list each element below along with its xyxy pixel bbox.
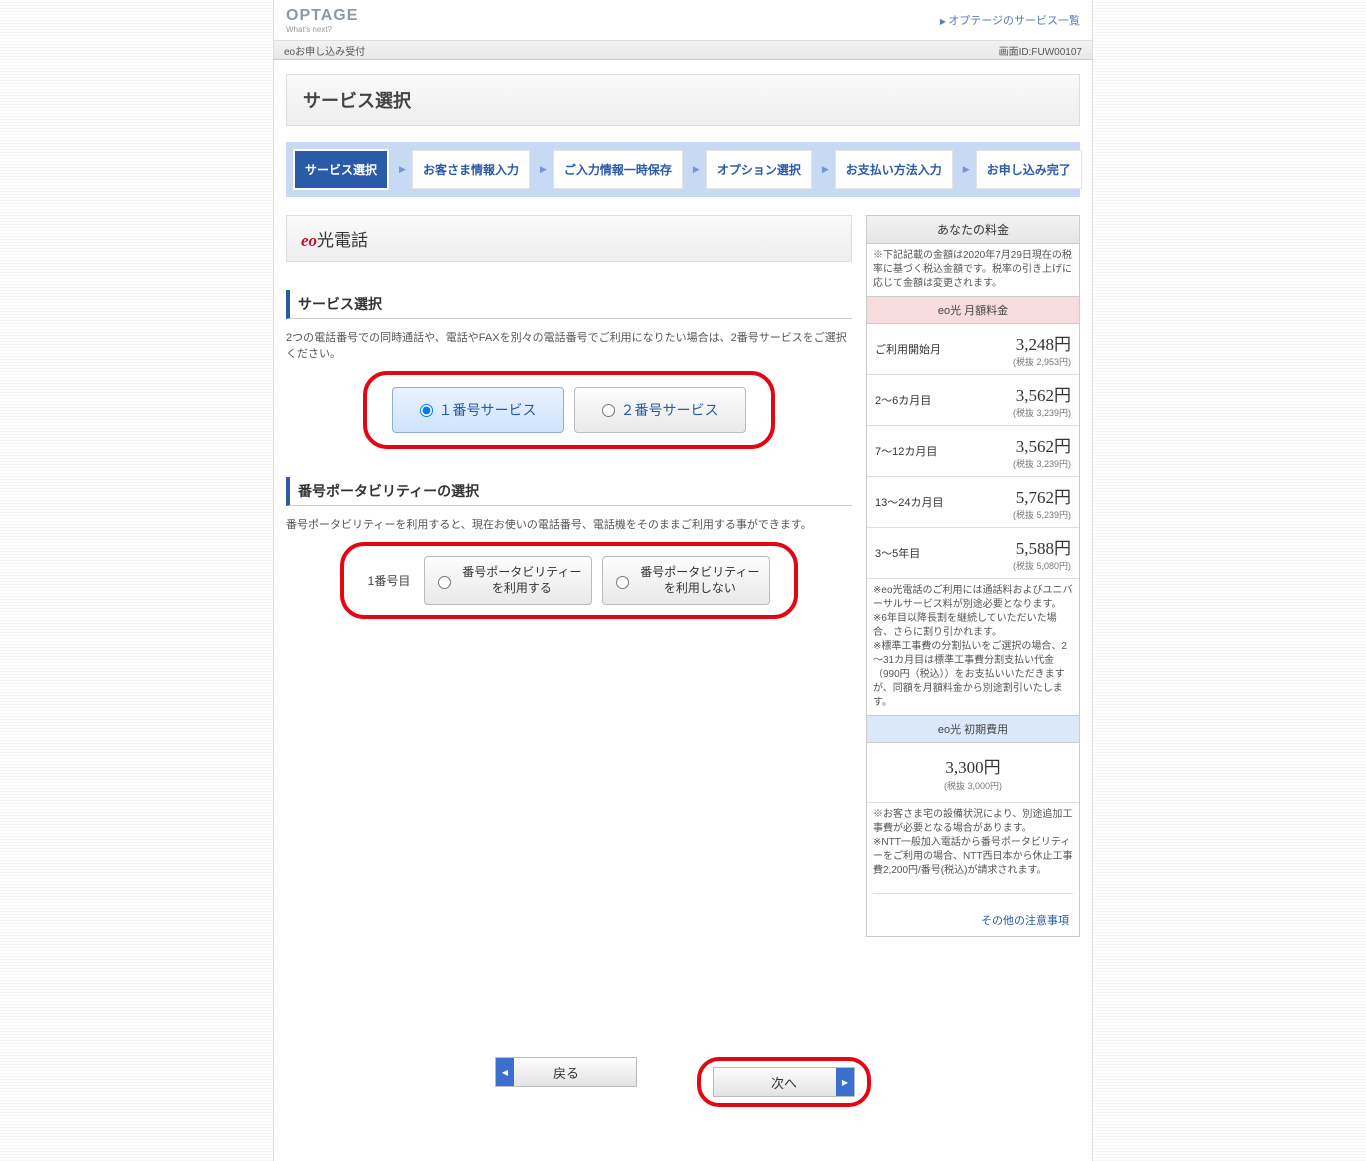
section-portability-desc: 番号ポータビリティーを利用すると、現在お使いの電話番号、電話機をそのままご利用す…: [286, 516, 852, 532]
chevron-right-icon: ▶: [812, 164, 835, 175]
service-heading: eo光電話: [286, 215, 852, 262]
sidebar-note: ※下記記載の金額は2020年7月29日現在の税率に基づく税込金額です。税率の引き…: [867, 244, 1079, 296]
next-button[interactable]: 次へ ▶: [713, 1067, 855, 1097]
radio-portability-use[interactable]: [438, 576, 451, 589]
next-button-highlight: 次へ ▶: [697, 1057, 871, 1107]
radio-1-number[interactable]: [420, 404, 433, 417]
step-3: ご入力情報一時保存: [553, 150, 683, 189]
chevron-right-icon: ▶: [683, 164, 706, 175]
option-1-number-service[interactable]: １番号サービス: [392, 387, 564, 433]
chevron-right-icon: ▶: [836, 1068, 854, 1096]
sidebar-title: あなたの料金: [867, 216, 1079, 244]
screen-id: 画面ID:FUW00107: [999, 43, 1082, 58]
app-name: eoお申し込み受付: [284, 43, 365, 58]
brand-logo: OPTAGE What's next?: [286, 7, 358, 34]
section-service-select-title: サービス選択: [286, 290, 852, 319]
step-5: お支払い方法入力: [835, 150, 953, 189]
monthly-fee-note: ※eo光電話のご利用には通話料およびユニバーサルサービス料が別途必要となります。…: [867, 579, 1079, 715]
back-button[interactable]: ◀ 戻る: [495, 1057, 637, 1087]
monthly-fee-header: eo光 月額料金: [867, 296, 1079, 324]
fee-sidebar: あなたの料金 ※下記記載の金額は2020年7月29日現在の税率に基づく税込金額で…: [866, 215, 1080, 937]
portability-line-label: 1番号目: [368, 572, 411, 589]
step-6: お申し込み完了: [976, 150, 1082, 189]
initial-fee-value: 3,300円 (税抜 3,000円): [867, 743, 1079, 802]
option-2-number-service[interactable]: ２番号サービス: [574, 387, 746, 433]
initial-fee-note: ※お客さま宅の設備状況により、別途追加工事費が必要となる場合があります。 ※NT…: [867, 802, 1079, 883]
section-service-select-desc: 2つの電話番号での同時通話や、電話やFAXを別々の電話番号でご利用になりたい場合…: [286, 329, 852, 361]
radio-portability-nouse[interactable]: [616, 576, 629, 589]
divider: [873, 893, 1073, 894]
step-1: サービス選択: [293, 149, 389, 190]
radio-2-number[interactable]: [602, 404, 615, 417]
table-row: 2～6カ月目3,562円(税抜 3,239円): [867, 375, 1079, 426]
chevron-right-icon: ▶: [953, 164, 976, 175]
chevron-right-icon: ▶: [530, 164, 553, 175]
table-row: 7～12カ月目3,562円(税抜 3,239円): [867, 426, 1079, 477]
portability-option-group: 1番号目 番号ポータビリティーを利用する 番号ポータビリティーを利用しない: [340, 542, 798, 619]
step-4: オプション選択: [706, 150, 812, 189]
chevron-right-icon: ▶: [389, 164, 412, 175]
initial-fee-header: eo光 初期費用: [867, 715, 1079, 743]
table-row: ご利用開始月3,248円(税抜 2,953円): [867, 324, 1079, 375]
page-title: サービス選択: [286, 74, 1080, 126]
option-portability-use[interactable]: 番号ポータビリティーを利用する: [424, 556, 592, 605]
section-portability-title: 番号ポータビリティーの選択: [286, 477, 852, 506]
option-portability-nouse[interactable]: 番号ポータビリティーを利用しない: [602, 556, 770, 605]
monthly-fee-table: ご利用開始月3,248円(税抜 2,953円) 2～6カ月目3,562円(税抜 …: [867, 324, 1079, 579]
table-row: 13～24カ月目5,762円(税抜 5,239円): [867, 477, 1079, 528]
services-list-link[interactable]: オプテージのサービス一覧: [940, 12, 1080, 28]
other-notes-link[interactable]: その他の注意事項: [981, 915, 1069, 927]
progress-steps: サービス選択 ▶ お客さま情報入力 ▶ ご入力情報一時保存 ▶ オプション選択 …: [286, 142, 1080, 197]
service-option-group: １番号サービス ２番号サービス: [363, 371, 775, 449]
chevron-left-icon: ◀: [496, 1058, 514, 1086]
step-2: お客さま情報入力: [412, 150, 530, 189]
table-row: 3～5年目5,588円(税抜 5,080円): [867, 528, 1079, 579]
